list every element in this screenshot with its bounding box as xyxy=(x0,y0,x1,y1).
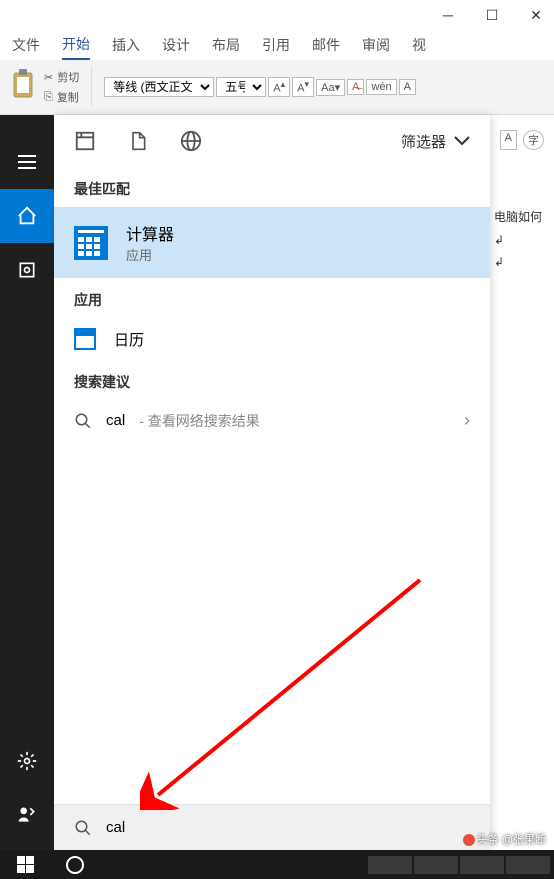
search-icon xyxy=(74,819,92,837)
suggestion-query: cal xyxy=(106,412,125,429)
app-result-calendar[interactable]: 日历 xyxy=(54,318,490,360)
watermark-author: @张果断 xyxy=(502,834,546,846)
search-box xyxy=(54,804,490,850)
search-results: 最佳匹配 计算器 应用 应用 日历 搜索建议 xyxy=(54,167,490,804)
enclose-char-button[interactable]: 字 xyxy=(523,130,544,150)
font-size-select[interactable]: 五号 xyxy=(216,77,266,97)
word-titlebar: ─ ☐ ✕ xyxy=(0,0,554,30)
filter-label: 筛选器 xyxy=(401,131,446,152)
filter-dropdown[interactable]: 筛选器 xyxy=(401,131,470,152)
maximize-button[interactable]: ☐ xyxy=(482,7,502,24)
task-app-3[interactable] xyxy=(460,856,504,874)
char-shading-button[interactable]: A xyxy=(500,130,517,150)
calendar-icon xyxy=(74,328,96,350)
cortana-icon xyxy=(66,856,84,874)
hamburger-menu[interactable] xyxy=(0,135,54,189)
watermark-prefix: 头条 xyxy=(477,834,499,846)
close-button[interactable]: ✕ xyxy=(526,7,546,24)
search-input[interactable] xyxy=(106,819,470,836)
tab-mail[interactable]: 邮件 xyxy=(312,31,340,59)
increase-font-button[interactable]: A▴ xyxy=(268,77,290,97)
watermark-logo-icon xyxy=(463,834,475,846)
copy-button[interactable]: ⎘复制 xyxy=(44,89,79,105)
apps-header: 应用 xyxy=(54,278,490,318)
clipboard-group: ✂剪切 ⎘复制 xyxy=(10,69,79,105)
clear-format-button[interactable]: A̶ xyxy=(347,79,364,95)
suggestions-header: 搜索建议 xyxy=(54,360,490,400)
best-match-title: 计算器 xyxy=(126,221,174,245)
sidebar-settings[interactable] xyxy=(0,734,54,788)
search-icon xyxy=(74,412,92,430)
tab-home[interactable]: 开始 xyxy=(62,30,90,60)
tab-layout[interactable]: 布局 xyxy=(212,31,240,59)
sidebar-feedback[interactable] xyxy=(0,788,54,842)
best-match-item[interactable]: 计算器 应用 xyxy=(54,207,490,278)
change-case-button[interactable]: Aa▾ xyxy=(316,79,345,96)
taskbar xyxy=(0,850,554,879)
best-match-subtitle: 应用 xyxy=(126,245,174,264)
suggestion-hint: - 查看网络搜索结果 xyxy=(139,411,260,431)
word-document-area: 电脑如何 ↲ ↲ xyxy=(494,200,554,277)
sidebar-home[interactable] xyxy=(0,189,54,243)
filter-apps[interactable] xyxy=(74,130,96,152)
task-app-1[interactable] xyxy=(368,856,412,874)
watermark: 头条 @张果断 xyxy=(463,831,546,847)
web-suggestion[interactable]: cal - 查看网络搜索结果 › xyxy=(54,400,490,441)
start-button[interactable] xyxy=(0,850,50,879)
chevron-right-icon: › xyxy=(464,410,470,431)
doc-text: 电脑如何 xyxy=(494,208,554,225)
divider xyxy=(91,67,92,107)
cut-label: 剪切 xyxy=(57,69,79,85)
tab-insert[interactable]: 插入 xyxy=(112,31,140,59)
word-ribbon: ✂剪切 ⎘复制 等线 (西文正文) 五号 A▴ A▾ Aa▾ A̶ wén A … xyxy=(0,60,554,115)
paste-icon[interactable] xyxy=(10,69,38,101)
font-name-select[interactable]: 等线 (西文正文) xyxy=(104,77,214,97)
word-ribbon-tabs: 文件 开始 插入 设计 布局 引用 邮件 审阅 视 xyxy=(0,30,554,60)
decrease-font-button[interactable]: A▾ xyxy=(292,77,314,97)
search-panel: 筛选器 最佳匹配 计算器 应用 应用 xyxy=(54,115,490,850)
tab-view[interactable]: 视 xyxy=(412,31,426,59)
app-result-label: 日历 xyxy=(114,329,144,350)
tab-references[interactable]: 引用 xyxy=(262,31,290,59)
windows-icon xyxy=(17,856,34,873)
doc-cursor: ↲ xyxy=(494,233,554,247)
search-sidebar xyxy=(0,115,54,850)
filter-tabs: 筛选器 xyxy=(54,115,490,167)
tab-design[interactable]: 设计 xyxy=(162,31,190,59)
filter-documents[interactable] xyxy=(128,130,148,152)
copy-label: 复制 xyxy=(57,89,79,105)
filter-web[interactable] xyxy=(180,130,202,152)
best-match-header: 最佳匹配 xyxy=(54,167,490,207)
sidebar-timeline[interactable] xyxy=(0,243,54,297)
tab-file[interactable]: 文件 xyxy=(12,31,40,59)
windows-search-overlay: 筛选器 最佳匹配 计算器 应用 应用 xyxy=(0,115,490,850)
chevron-down-icon xyxy=(454,136,470,146)
phonetic-guide-button[interactable]: wén xyxy=(366,79,396,95)
tab-review[interactable]: 审阅 xyxy=(362,31,390,59)
cortana-button[interactable] xyxy=(50,850,100,879)
font-controls: 等线 (西文正文) 五号 A▴ A▾ Aa▾ A̶ wén A xyxy=(104,77,416,97)
calculator-icon xyxy=(74,226,108,260)
doc-cursor-2: ↲ xyxy=(494,255,554,269)
taskbar-apps xyxy=(368,856,554,874)
task-app-2[interactable] xyxy=(414,856,458,874)
char-border-button[interactable]: A xyxy=(399,79,416,95)
task-app-4[interactable] xyxy=(506,856,550,874)
minimize-button[interactable]: ─ xyxy=(438,7,458,23)
cut-button[interactable]: ✂剪切 xyxy=(44,69,79,85)
